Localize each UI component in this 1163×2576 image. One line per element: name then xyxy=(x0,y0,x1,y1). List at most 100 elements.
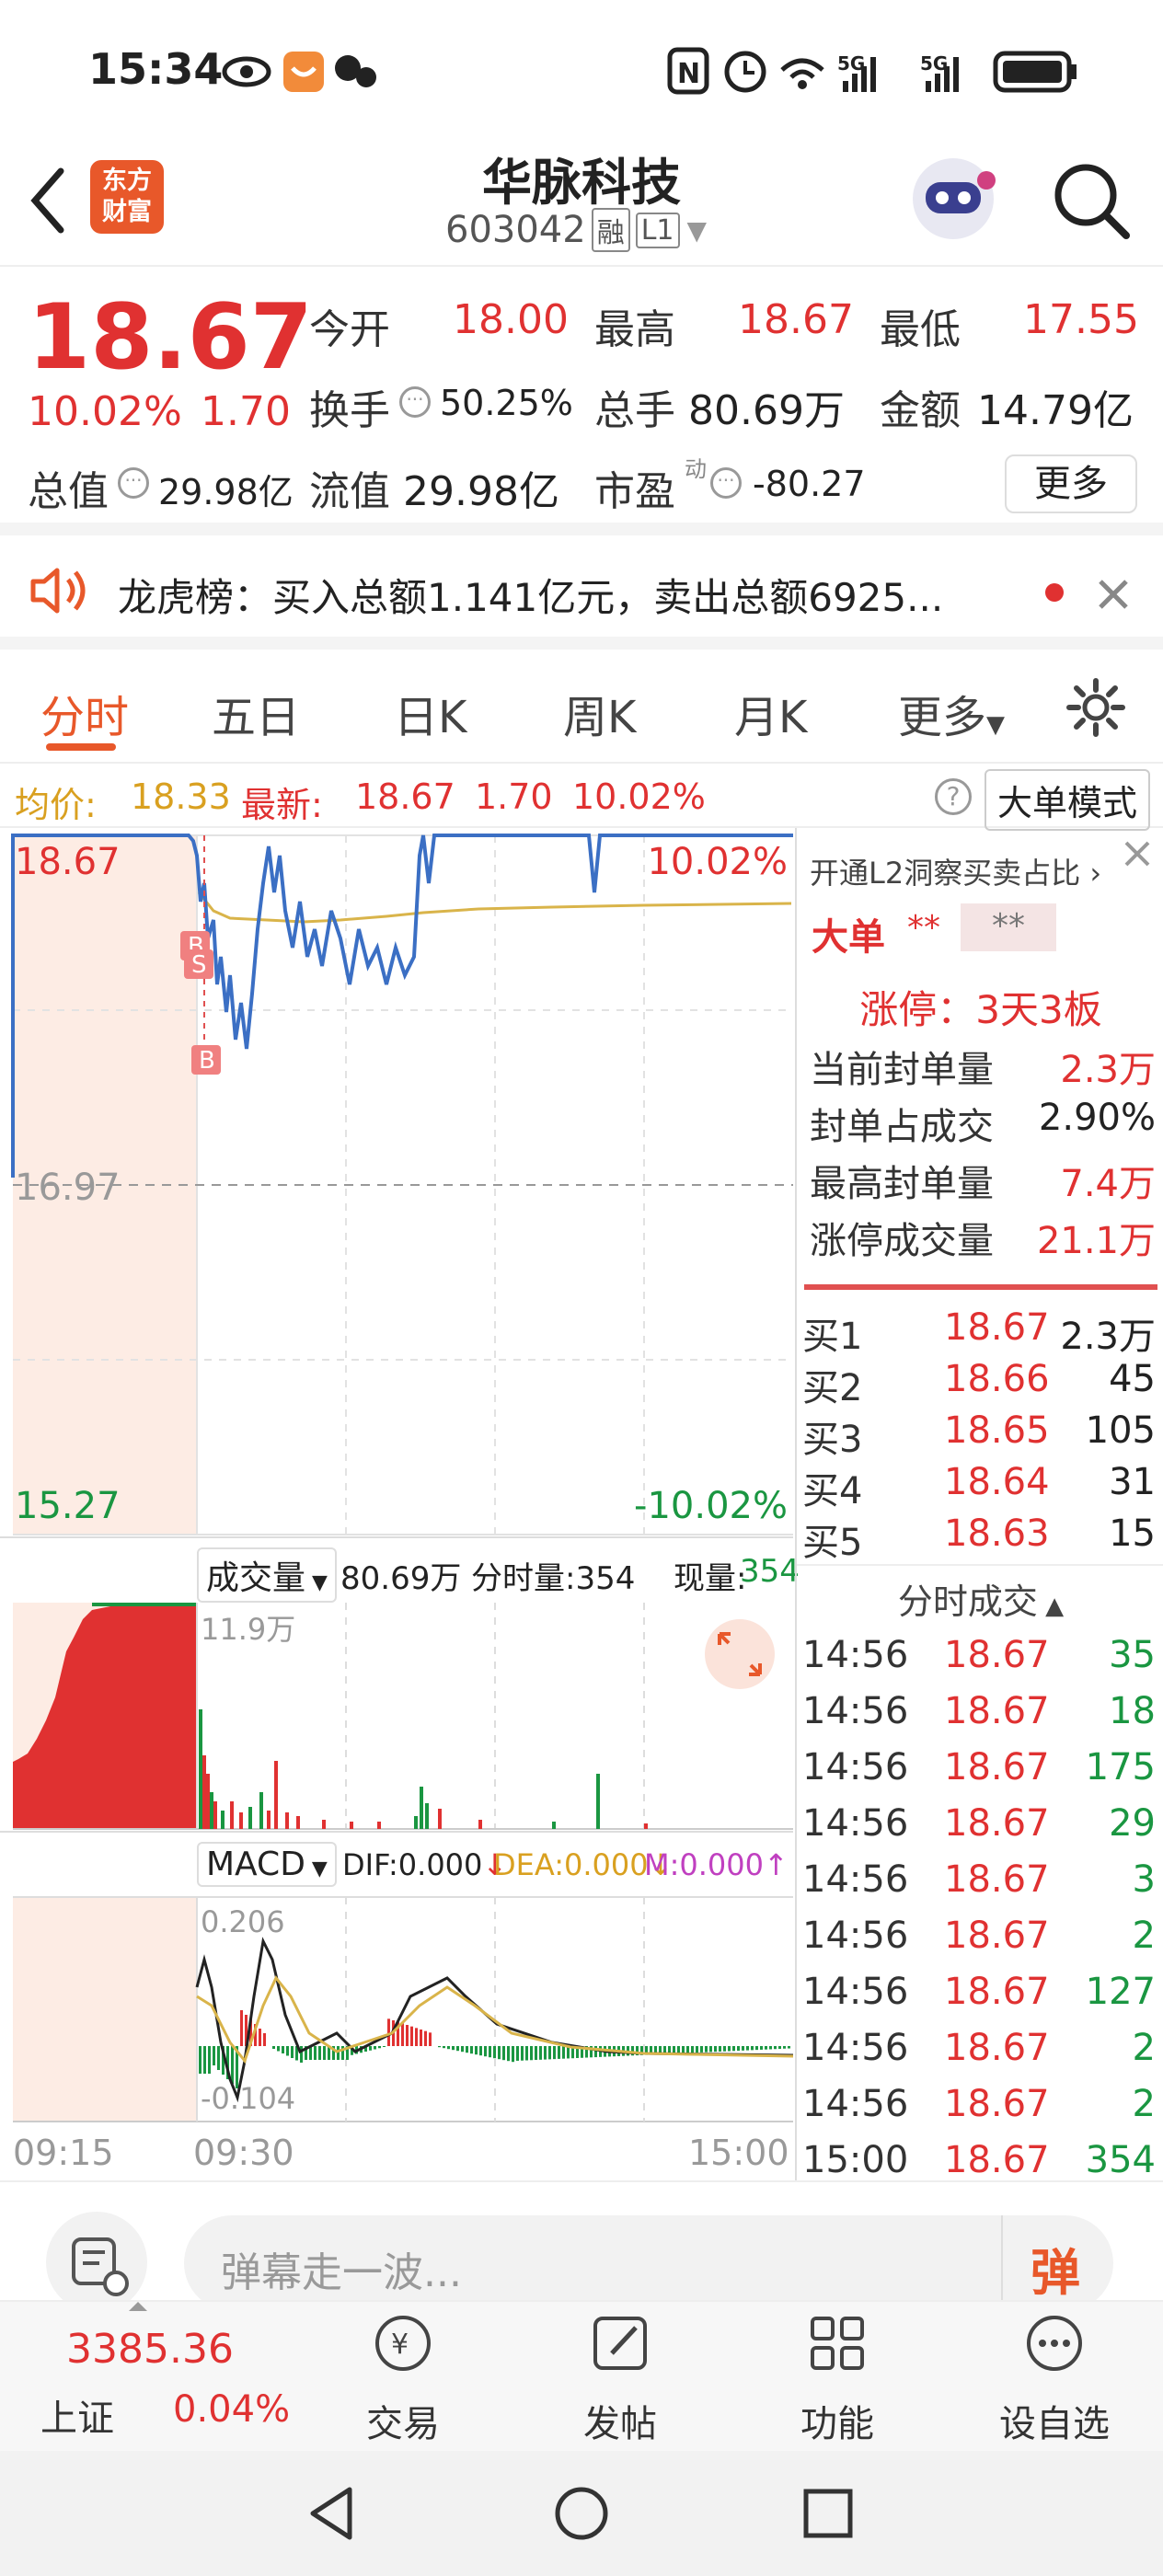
index-value[interactable]: 3385.36 xyxy=(66,2326,234,2373)
bid-row[interactable]: 买5 18.63 15 xyxy=(797,1505,1163,1564)
time-axis: 09:15 09:30 15:00 xyxy=(0,2125,793,2180)
stat-value: 7.4万 xyxy=(1060,1163,1156,1205)
volume-selector[interactable]: 成交量 ▼ xyxy=(197,1547,337,1603)
dropdown-icon[interactable]: ▼ xyxy=(687,215,708,246)
tick-volume: 175 xyxy=(1085,1746,1156,1788)
tab-more[interactable]: 更多▼ xyxy=(898,681,1005,745)
ticks-title-text: 分时成交 xyxy=(897,1581,1038,1622)
recents-square-icon[interactable] xyxy=(799,2484,858,2543)
tick-price: 18.67 xyxy=(944,1802,1050,1845)
intraday-charts: B S B 18.67 16.97 15.27 10.02% -10.02% 成… xyxy=(0,828,800,2180)
macd-bar xyxy=(489,2046,491,2058)
volume-bar xyxy=(350,1822,353,1829)
danmu-placeholder: 弹幕走一波... xyxy=(221,2249,462,2296)
l2-link[interactable]: 开通L2洞察买卖占比 › xyxy=(810,850,1101,892)
macd-bar xyxy=(686,2046,689,2053)
more-button[interactable]: 更多 xyxy=(1005,454,1137,513)
current-price: 18.67 xyxy=(28,285,313,390)
macd-bar xyxy=(337,2046,340,2060)
change-percent: 10.02% xyxy=(28,388,182,435)
volume-bars xyxy=(199,1709,648,1829)
danmu-input[interactable]: 弹幕走一波... 弹 xyxy=(184,2215,1113,2311)
volume-chart[interactable]: 11.9万 xyxy=(0,1601,793,1831)
macd-bar xyxy=(774,2046,777,2050)
tab-intraday[interactable]: 分时 xyxy=(40,681,129,745)
info-icon[interactable]: ··· xyxy=(710,467,742,499)
tick-volume: 2 xyxy=(1132,2027,1156,2069)
bid-row[interactable]: 买1 18.67 2.3万 xyxy=(797,1299,1163,1358)
nav-add-watchlist[interactable]: 设自选 xyxy=(981,2311,1128,2447)
macd-bar xyxy=(263,2033,266,2046)
tick-time: 15:00 xyxy=(802,2139,909,2181)
macd-bar xyxy=(374,2046,376,2050)
tab-daily-k[interactable]: 日K xyxy=(394,681,466,745)
mktcap-value: 29.98亿 xyxy=(158,472,294,512)
pct-axis-bottom: -10.02% xyxy=(634,1485,788,1527)
tick-row: 14:56 18.67 2 xyxy=(797,2019,1163,2076)
volume-bar xyxy=(213,1801,217,1829)
search-icon[interactable] xyxy=(1049,158,1132,241)
pe-value: -80.27 xyxy=(753,464,866,504)
macd-bar xyxy=(544,2046,547,2060)
volume-bar xyxy=(202,1755,206,1829)
pe-superscript: 动 xyxy=(685,456,707,482)
volume-bar xyxy=(206,1774,210,1829)
comment-list-button[interactable] xyxy=(46,2212,147,2313)
tick-volume: 29 xyxy=(1109,1802,1156,1845)
tick-price: 18.67 xyxy=(944,1746,1050,1788)
big-order-mode-button[interactable]: 大单模式 xyxy=(985,769,1151,831)
notice-bar[interactable]: 龙虎榜：买入总额1.141亿元，卖出总额6925... xyxy=(0,535,1163,650)
danmu-toggle-button[interactable]: 弹 xyxy=(1031,2232,1080,2305)
tab-weekly-k[interactable]: 周K xyxy=(563,681,636,745)
ticks-title[interactable]: 分时成交 ▲ xyxy=(797,1573,1163,1624)
macd-bar xyxy=(387,2018,390,2046)
macd-min-label: -0.104 xyxy=(201,2081,295,2116)
macd-bar xyxy=(213,2046,215,2065)
index-name: 上证 xyxy=(40,2398,114,2440)
nav-functions[interactable]: 功能 xyxy=(764,2311,911,2447)
macd-bar xyxy=(429,2032,432,2046)
tick-time: 14:56 xyxy=(802,1915,909,1957)
macd-selector[interactable]: MACD ▼ xyxy=(197,1842,337,1887)
gear-icon[interactable] xyxy=(1065,677,1126,738)
home-circle-icon[interactable] xyxy=(552,2484,611,2543)
macd-bar xyxy=(760,2046,763,2050)
volume-bar xyxy=(285,1812,289,1829)
chevron-right-icon: › xyxy=(1080,856,1102,891)
tick-price: 18.67 xyxy=(944,1971,1050,2013)
back-triangle-icon[interactable] xyxy=(304,2484,359,2543)
close-icon[interactable] xyxy=(1095,576,1132,613)
volume-bar xyxy=(296,1816,300,1829)
stat-label: 封单占成交 xyxy=(810,1106,994,1148)
macd-chart[interactable]: 0.206 -0.104 xyxy=(0,1895,793,2125)
info-icon[interactable]: ··· xyxy=(118,467,149,499)
dropdown-icon: ▼ xyxy=(305,1571,328,1594)
bid-row[interactable]: 买3 18.65 105 xyxy=(797,1402,1163,1461)
price-chart[interactable]: B S B 18.67 16.97 15.27 10.02% -10.02% xyxy=(0,828,793,1536)
status-time: 15:34 xyxy=(88,44,224,94)
macd-bar xyxy=(300,2046,303,2063)
info-icon[interactable]: ··· xyxy=(399,386,431,418)
bid-row[interactable]: 买2 18.66 45 xyxy=(797,1351,1163,1409)
tab-monthly-k[interactable]: 月K xyxy=(734,681,807,745)
macd-bar xyxy=(737,2046,740,2052)
active-tab-indicator xyxy=(46,743,116,751)
volume-bar xyxy=(259,1792,263,1829)
volume-bar xyxy=(199,1709,202,1829)
stock-code-row: 603042 融 L1 ▼ xyxy=(445,208,707,252)
status-bar: 15:34 N 5G 5G xyxy=(0,0,1163,138)
close-icon[interactable] xyxy=(1119,835,1156,872)
tick-price: 18.67 xyxy=(944,2027,1050,2069)
bid-row[interactable]: 买4 18.64 31 xyxy=(797,1454,1163,1512)
help-icon[interactable]: ? xyxy=(935,778,972,815)
stat-value: 21.1万 xyxy=(1036,1220,1156,1262)
bid-price: 18.64 xyxy=(944,1461,1050,1503)
nav-post[interactable]: 发帖 xyxy=(547,2311,694,2447)
macd-bar xyxy=(539,2046,542,2060)
nav-trade[interactable]: ¥ 交易 xyxy=(329,2311,477,2447)
tab-five-day[interactable]: 五日 xyxy=(212,681,300,745)
tick-price: 18.67 xyxy=(944,1690,1050,1732)
robot-assistant-icon[interactable] xyxy=(907,153,999,245)
macd-bar xyxy=(705,2046,708,2053)
change-amount: 1.70 xyxy=(201,388,291,435)
